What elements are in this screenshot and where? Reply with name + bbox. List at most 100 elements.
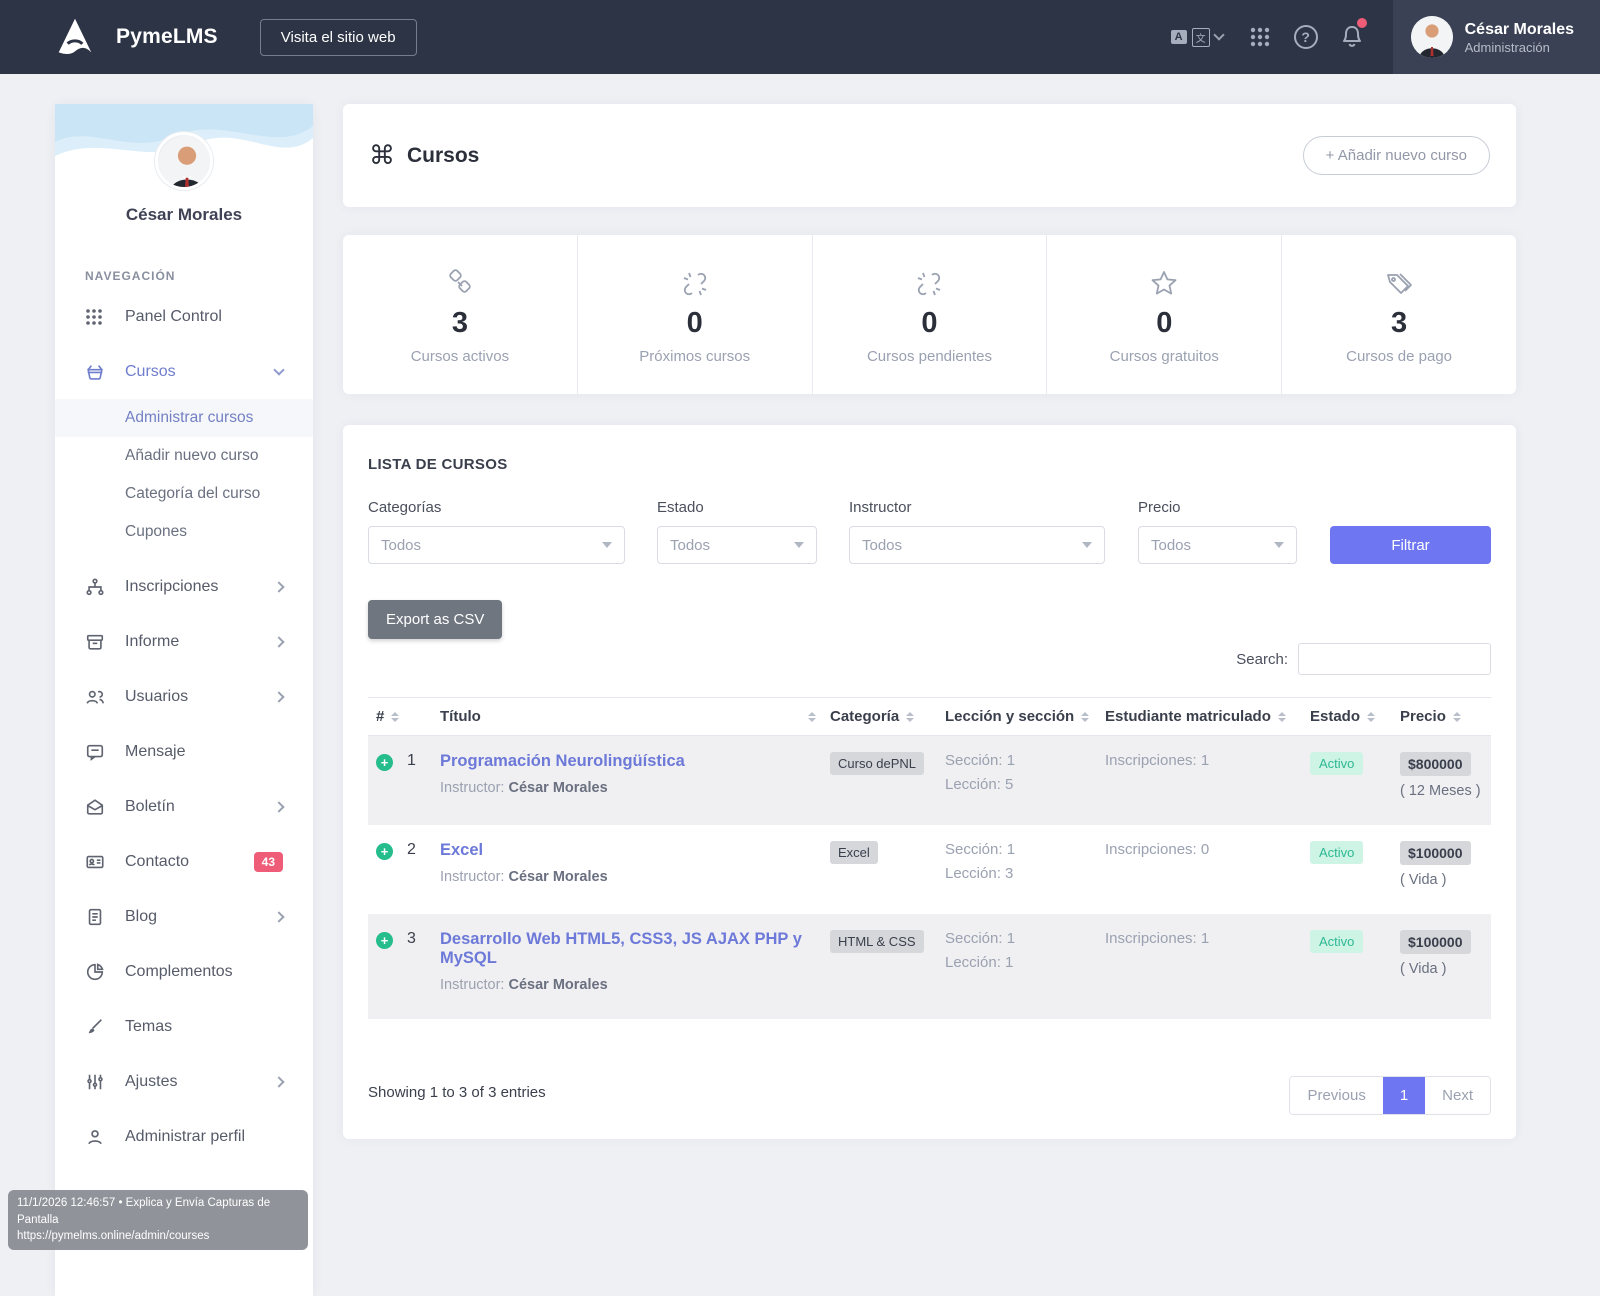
sidebar-item-label: Temas bbox=[125, 1018, 283, 1036]
enrollment-count: Inscripciones: 1 bbox=[1105, 930, 1209, 947]
sidebar-item-informe[interactable]: Informe bbox=[55, 614, 313, 669]
table-row: + 1 Programación Neurolingüística Instru… bbox=[368, 736, 1491, 825]
person-icon bbox=[85, 1127, 107, 1147]
categorias-select[interactable]: Todos bbox=[368, 526, 625, 564]
envelope-icon bbox=[85, 797, 107, 817]
sidebar-item-temas[interactable]: Temas bbox=[55, 999, 313, 1054]
previous-page-button[interactable]: Previous bbox=[1290, 1077, 1382, 1114]
language-switcher[interactable]: A 文 bbox=[1171, 28, 1223, 47]
sidebar-item-complementos[interactable]: Complementos bbox=[55, 944, 313, 999]
sidebar-item-mensaje[interactable]: Mensaje bbox=[55, 724, 313, 779]
page-header-card: ⌘ Cursos + Añadir nuevo curso bbox=[343, 104, 1516, 207]
estado-select[interactable]: Todos bbox=[657, 526, 817, 564]
sidebar-item-administrar-perfil[interactable]: Administrar perfil bbox=[55, 1109, 313, 1164]
pagination: Previous 1 Next bbox=[1289, 1076, 1491, 1115]
filter-estado: Estado Todos bbox=[657, 499, 817, 564]
sort-icon bbox=[1453, 712, 1461, 722]
sidebar-item-cursos[interactable]: Cursos bbox=[55, 344, 313, 399]
add-course-button[interactable]: + Añadir nuevo curso bbox=[1303, 136, 1490, 175]
chevron-down-icon bbox=[1213, 29, 1224, 40]
stat-cursos-gratuitos: 0 Cursos gratuitos bbox=[1047, 235, 1282, 394]
column-header-precio[interactable]: Precio bbox=[1400, 708, 1491, 725]
instructor-select[interactable]: Todos bbox=[849, 526, 1105, 564]
filter-label: Categorías bbox=[368, 499, 625, 516]
entries-summary: Showing 1 to 3 of 3 entries bbox=[368, 1084, 546, 1101]
overlay-timestamp: 11/1/2026 12:46:57 • Explica y Envía Cap… bbox=[17, 1195, 299, 1228]
column-header-num[interactable]: # bbox=[368, 708, 440, 725]
chevron-right-icon bbox=[273, 1076, 284, 1087]
stat-value: 3 bbox=[452, 307, 468, 340]
user-menu[interactable]: César Morales Administración bbox=[1393, 0, 1600, 74]
filtrar-button[interactable]: Filtrar bbox=[1330, 526, 1491, 564]
sort-icon bbox=[391, 712, 399, 722]
page-1-button[interactable]: 1 bbox=[1383, 1077, 1425, 1114]
help-button[interactable]: ? bbox=[1283, 25, 1329, 49]
contacto-count-badge: 43 bbox=[254, 852, 283, 872]
sidebar-item-inscripciones[interactable]: Inscripciones bbox=[55, 559, 313, 614]
lesson-count: Lección: 3 bbox=[945, 865, 1105, 882]
course-title-link[interactable]: Excel bbox=[440, 841, 830, 860]
expand-row-icon[interactable]: + bbox=[376, 932, 393, 949]
export-csv-button[interactable]: Export as CSV bbox=[368, 600, 502, 639]
stat-cursos-de-pago: 3 Cursos de pago bbox=[1282, 235, 1516, 394]
sidebar-item-ajustes[interactable]: Ajustes bbox=[55, 1054, 313, 1109]
sidebar-item-label: Complementos bbox=[125, 963, 283, 981]
tags-icon bbox=[1384, 265, 1414, 299]
stat-cursos-activos: 3 Cursos activos bbox=[343, 235, 578, 394]
sidebar-item-boletin[interactable]: Boletín bbox=[55, 779, 313, 834]
sidebar-subitem-cupones[interactable]: Cupones bbox=[55, 513, 313, 551]
sidebar-item-label: Usuarios bbox=[125, 688, 275, 706]
notification-dot bbox=[1357, 18, 1367, 28]
table-header: # Título Categoría Lección y sección Est… bbox=[368, 697, 1491, 736]
course-title-link[interactable]: Programación Neurolingüística bbox=[440, 752, 830, 771]
filters-row: Categorías Todos Estado Todos Instructor… bbox=[368, 499, 1491, 564]
stat-value: 0 bbox=[687, 307, 703, 340]
archive-icon bbox=[85, 632, 107, 652]
apps-grid-button[interactable] bbox=[1237, 26, 1283, 48]
command-icon: ⌘ bbox=[369, 140, 395, 171]
translate-icon: A bbox=[1171, 30, 1187, 44]
column-header-estudiante[interactable]: Estudiante matriculado bbox=[1105, 708, 1310, 725]
navbar-user-name: César Morales bbox=[1465, 20, 1574, 40]
sidebar-item-usuarios[interactable]: Usuarios bbox=[55, 669, 313, 724]
table-row: + 3 Desarrollo Web HTML5, CSS3, JS AJAX … bbox=[368, 914, 1491, 1019]
sort-icon bbox=[1081, 712, 1089, 722]
expand-row-icon[interactable]: + bbox=[376, 843, 393, 860]
column-header-estado[interactable]: Estado bbox=[1310, 708, 1400, 725]
stat-label: Cursos de pago bbox=[1346, 348, 1452, 365]
price-badge: $100000 bbox=[1400, 841, 1471, 865]
column-header-categoria[interactable]: Categoría bbox=[830, 708, 945, 725]
precio-select[interactable]: Todos bbox=[1138, 526, 1297, 564]
pie-chart-icon bbox=[85, 962, 107, 982]
sidebar-item-blog[interactable]: Blog bbox=[55, 889, 313, 944]
status-badge: Activo bbox=[1310, 930, 1363, 953]
chevron-right-icon bbox=[273, 801, 284, 812]
section-count: Sección: 1 bbox=[945, 752, 1105, 769]
course-title-link[interactable]: Desarrollo Web HTML5, CSS3, JS AJAX PHP … bbox=[440, 930, 830, 968]
filter-instructor: Instructor Todos bbox=[849, 499, 1105, 564]
document-icon bbox=[85, 907, 107, 927]
sidebar-item-contacto[interactable]: Contacto 43 bbox=[55, 834, 313, 889]
column-header-titulo[interactable]: Título bbox=[440, 708, 830, 725]
star-icon bbox=[1149, 265, 1179, 299]
expand-row-icon[interactable]: + bbox=[376, 754, 393, 771]
sidebar-subitem-anadir-nuevo-curso[interactable]: Añadir nuevo curso bbox=[55, 437, 313, 475]
filter-categorias: Categorías Todos bbox=[368, 499, 625, 564]
search-input[interactable] bbox=[1298, 643, 1491, 675]
notifications-button[interactable] bbox=[1329, 24, 1375, 50]
sidebar-item-label: Contacto bbox=[125, 853, 254, 871]
cursos-submenu: Administrar cursos Añadir nuevo curso Ca… bbox=[55, 399, 313, 551]
next-page-button[interactable]: Next bbox=[1425, 1077, 1490, 1114]
sidebar-subitem-administrar-cursos[interactable]: Administrar cursos bbox=[55, 399, 313, 437]
instructor-label: Instructor: bbox=[440, 977, 504, 993]
sitemap-icon bbox=[85, 577, 107, 597]
chevron-right-icon bbox=[273, 911, 284, 922]
sidebar-subitem-categoria-del-curso[interactable]: Categoría del curso bbox=[55, 475, 313, 513]
sidebar-item-label: Informe bbox=[125, 633, 275, 651]
column-header-leccion[interactable]: Lección y sección bbox=[945, 708, 1105, 725]
visit-site-button[interactable]: Visita el sitio web bbox=[260, 19, 417, 56]
sort-icon bbox=[808, 712, 816, 722]
select-value: Todos bbox=[381, 537, 421, 554]
sidebar-item-panel-control[interactable]: Panel Control bbox=[55, 289, 313, 344]
courses-table: # Título Categoría Lección y sección Est… bbox=[368, 697, 1491, 1019]
